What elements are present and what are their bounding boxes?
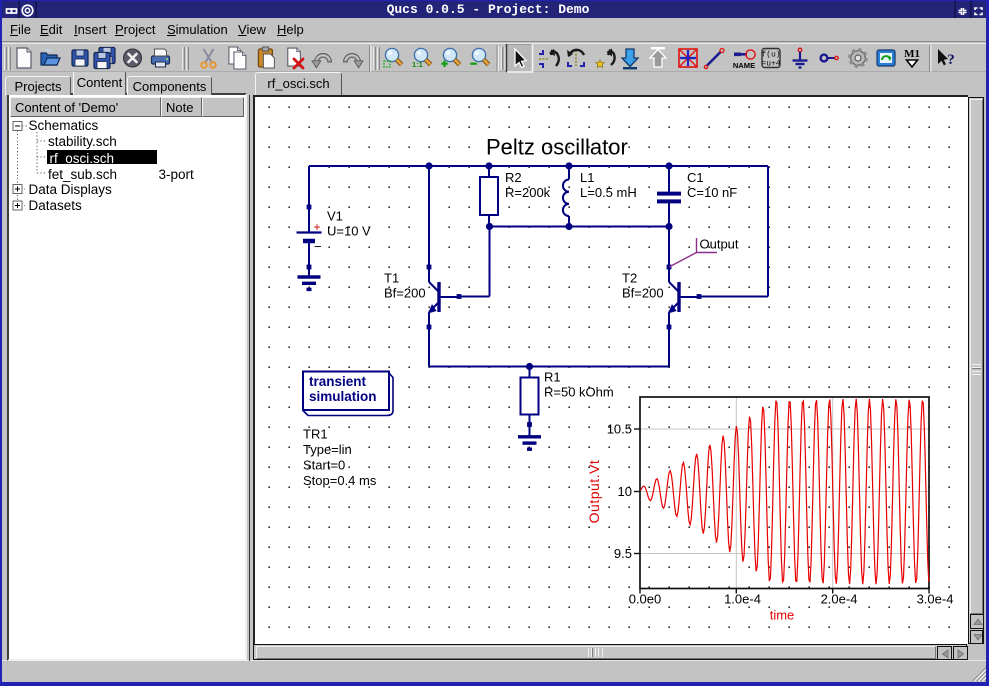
svg-text:10: 10 <box>618 484 632 499</box>
svg-text:?: ? <box>947 52 955 68</box>
svg-text:2.0e-4: 2.0e-4 <box>821 592 858 607</box>
svg-text:T2: T2 <box>622 271 637 286</box>
svg-text:L1: L1 <box>580 170 594 185</box>
svg-text:R=200k: R=200k <box>505 185 551 200</box>
svg-text:9.5: 9.5 <box>614 546 632 561</box>
svg-text:Output.Vt: Output.Vt <box>586 460 602 524</box>
svg-text:C=10 nF: C=10 nF <box>687 185 737 200</box>
svg-text:−: − <box>314 239 322 254</box>
svg-text:R=50 kOhm: R=50 kOhm <box>544 385 614 400</box>
svg-text:Bf=200: Bf=200 <box>384 286 426 301</box>
svg-text:Bf=200: Bf=200 <box>622 286 664 301</box>
svg-text:M1: M1 <box>904 48 920 60</box>
svg-text:T1: T1 <box>384 271 399 286</box>
svg-text:Peltz oscillator: Peltz oscillator <box>486 135 628 160</box>
svg-text:V1: V1 <box>327 209 343 224</box>
svg-text:time: time <box>770 608 795 623</box>
svg-text:10.5: 10.5 <box>607 422 632 437</box>
svg-text:1.0e-4: 1.0e-4 <box>724 592 761 607</box>
svg-text:transient: transient <box>309 374 367 389</box>
svg-text:U=10 V: U=10 V <box>327 224 371 239</box>
svg-text:R2: R2 <box>505 170 522 185</box>
svg-text:Type=lin: Type=lin <box>303 442 352 457</box>
svg-text:1:1: 1:1 <box>412 60 423 69</box>
svg-text:NAME: NAME <box>733 61 755 70</box>
svg-text:R1: R1 <box>544 370 561 385</box>
svg-text:Stop=0.4 ms: Stop=0.4 ms <box>303 473 377 488</box>
svg-text:3.0e-4: 3.0e-4 <box>917 592 954 607</box>
svg-text:+: + <box>314 220 321 234</box>
svg-text:f(u): f(u) <box>761 51 780 60</box>
svg-text:Output: Output <box>700 237 739 252</box>
svg-text:Start=0: Start=0 <box>303 458 345 473</box>
svg-text:0.0e0: 0.0e0 <box>629 592 662 607</box>
svg-text:=u+4: =u+4 <box>761 60 780 69</box>
svg-text:simulation: simulation <box>309 389 377 404</box>
svg-text:TR1: TR1 <box>303 427 328 442</box>
svg-text:L=0.5 mH: L=0.5 mH <box>580 185 637 200</box>
svg-text:C1: C1 <box>687 170 704 185</box>
